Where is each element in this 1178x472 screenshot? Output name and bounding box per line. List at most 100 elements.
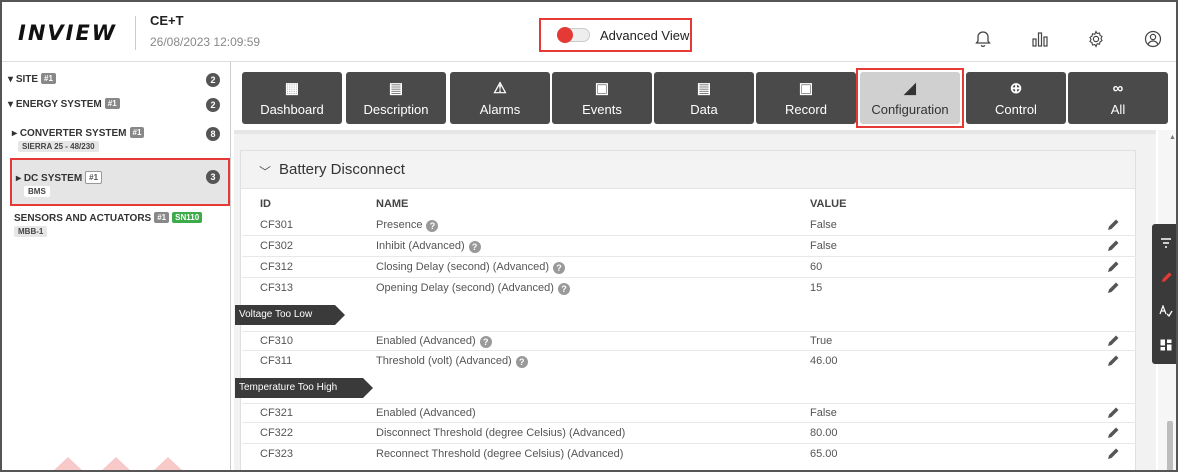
converter-count-badge: 8: [206, 127, 220, 141]
row-id: CF310: [260, 335, 294, 347]
sensors-mbb-tag: MBB-1: [14, 226, 48, 237]
tree-label-converter: ▸ CONVERTER SYSTEM #1: [12, 127, 145, 139]
gear-icon[interactable]: [1085, 28, 1107, 50]
tab-configuration[interactable]: ◢ Configuration: [860, 72, 960, 124]
tab-label: Control: [995, 101, 1037, 117]
row-name: Closing Delay (second) (Advanced)?: [376, 261, 566, 274]
converter-label: CONVERTER SYSTEM: [19, 128, 127, 139]
table-row[interactable]: CF313 Opening Delay (second) (Advanced)?…: [242, 279, 1136, 299]
control-icon: ⊕: [1009, 79, 1023, 97]
tab-events[interactable]: ▣ Events: [552, 72, 652, 124]
infinity-icon: ∞: [1112, 79, 1124, 97]
pencil-icon[interactable]: [1106, 281, 1120, 295]
help-icon[interactable]: ?: [426, 220, 439, 232]
data-icon: ▤: [696, 79, 712, 97]
pencil-icon[interactable]: [1106, 426, 1120, 440]
row-name: Opening Delay (second) (Advanced)?: [376, 282, 570, 295]
column-header-value: VALUE: [810, 198, 847, 210]
group-label-voltage-too-low: Voltage Too Low: [235, 305, 345, 325]
row-name-text: Closing Delay (second) (Advanced): [376, 261, 550, 273]
pencil-icon[interactable]: [1106, 406, 1120, 420]
tab-label: Description: [363, 101, 429, 117]
filter-icon[interactable]: [1152, 226, 1176, 260]
row-id: CF321: [260, 407, 294, 419]
chevron-down-icon[interactable]: ﹀: [259, 163, 271, 180]
scrollbar-thumb[interactable]: [1167, 421, 1173, 470]
dc-tag: #1: [85, 171, 103, 184]
table-row[interactable]: CF301 Presence? False: [242, 216, 1136, 236]
row-id: CF301: [260, 219, 294, 231]
tab-record[interactable]: ▣ Record: [756, 72, 856, 124]
group-label-temperature-too-high: Temperature Too High: [235, 378, 373, 398]
bar-chart-icon[interactable]: [1029, 28, 1051, 50]
tree-item-sensors-actuators[interactable]: SENSORS AND ACTUATORS #1 SN110 MBB-1: [2, 210, 230, 242]
tab-dashboard[interactable]: ▦ Dashboard: [242, 72, 342, 124]
site-name: CE+T: [150, 13, 184, 28]
tab-description[interactable]: ▤ Description: [346, 72, 446, 124]
converter-model-tag: SIERRA 25 - 48/230: [18, 141, 99, 152]
record-icon: ▣: [798, 79, 814, 97]
inview-logo[interactable]: INVIEW: [18, 21, 117, 45]
spellcheck-icon[interactable]: [1152, 294, 1176, 328]
energy-tag: #1: [104, 98, 120, 109]
top-header: INVIEW CE+T 26/08/2023 12:09:59 Advanced…: [2, 2, 1176, 62]
user-icon[interactable]: [1142, 28, 1164, 50]
pencil-icon[interactable]: [1152, 260, 1176, 294]
grid-icon[interactable]: [1152, 328, 1176, 362]
table-row[interactable]: CF302 Inhibit (Advanced)? False: [242, 237, 1136, 257]
configuration-content: ﹀ Battery Disconnect ID NAME VALUE CF301…: [234, 130, 1156, 470]
app-window: INVIEW CE+T 26/08/2023 12:09:59 Advanced…: [0, 0, 1178, 472]
tab-data[interactable]: ▤ Data: [654, 72, 754, 124]
toggle-switch[interactable]: [557, 27, 590, 43]
site-count-badge: 2: [206, 73, 220, 87]
right-tool-rail: [1152, 224, 1176, 364]
tree-item-dc-system[interactable]: ▸ DC SYSTEM #1 BMS 3: [10, 158, 230, 206]
pencil-icon[interactable]: [1106, 354, 1120, 368]
advanced-view-toggle[interactable]: Advanced View: [539, 18, 692, 52]
column-header-id: ID: [260, 198, 271, 210]
table-row[interactable]: CF311 Threshold (volt) (Advanced)? 46.00: [242, 352, 1136, 372]
row-value: 80.00: [810, 427, 838, 439]
site-tree-sidebar: ▾ SITE #1 2 ▾ ENERGY SYSTEM #1 2 ▸ CONVERT…: [2, 62, 231, 470]
row-value: True: [810, 335, 833, 347]
help-icon[interactable]: ?: [515, 356, 528, 368]
tab-all[interactable]: ∞ All: [1068, 72, 1168, 124]
table-row[interactable]: CF321 Enabled (Advanced) False: [242, 403, 1136, 423]
main-tabs: ▦ Dashboard ▤ Description ⚠ Alarms ▣ Events …: [234, 62, 1176, 128]
row-name-text: Threshold (volt) (Advanced): [376, 355, 512, 367]
pencil-icon[interactable]: [1106, 334, 1120, 348]
row-id: CF322: [260, 427, 294, 439]
help-icon[interactable]: ?: [479, 336, 492, 348]
tree-item-energy-system[interactable]: ▾ ENERGY SYSTEM #1 2: [2, 95, 230, 115]
dc-label: DC SYSTEM: [23, 173, 83, 184]
configuration-icon: ◢: [904, 79, 916, 97]
row-value: 15: [810, 282, 823, 294]
tab-alarms[interactable]: ⚠ Alarms: [450, 72, 550, 124]
tree-label-site: ▾ SITE #1: [8, 73, 56, 85]
row-value: False: [810, 407, 837, 419]
pencil-icon[interactable]: [1106, 447, 1120, 461]
row-name: Disconnect Threshold (degree Celsius) (A…: [376, 427, 626, 439]
pencil-icon[interactable]: [1106, 218, 1120, 232]
tree-item-converter-system[interactable]: ▸ CONVERTER SYSTEM #1 SIERRA 25 - 48/230 …: [2, 124, 230, 156]
help-icon[interactable]: ?: [557, 283, 570, 295]
row-name-text: Inhibit (Advanced): [376, 240, 465, 252]
table-row[interactable]: CF322 Disconnect Threshold (degree Celsi…: [242, 424, 1136, 444]
table-row[interactable]: CF310 Enabled (Advanced)? True: [242, 331, 1136, 351]
tree-label-sensors: SENSORS AND ACTUATORS #1 SN110: [14, 212, 203, 224]
pencil-icon[interactable]: [1106, 260, 1120, 274]
tree-item-site[interactable]: ▾ SITE #1 2: [2, 70, 230, 90]
table-row[interactable]: CF323 Reconnect Threshold (degree Celsiu…: [242, 445, 1136, 465]
scroll-up-arrow-icon[interactable]: ▲: [1169, 134, 1176, 141]
bell-icon[interactable]: [972, 28, 994, 50]
battery-disconnect-panel: ﹀ Battery Disconnect ID NAME VALUE CF301…: [235, 150, 1136, 470]
tab-control[interactable]: ⊕ Control: [966, 72, 1066, 124]
converter-tag: #1: [129, 127, 145, 138]
help-icon[interactable]: ?: [553, 262, 566, 274]
help-icon[interactable]: ?: [468, 241, 481, 253]
pencil-icon[interactable]: [1106, 239, 1120, 253]
table-row[interactable]: CF312 Closing Delay (second) (Advanced)?…: [242, 258, 1136, 278]
panel-header[interactable]: ﹀ Battery Disconnect: [241, 151, 1135, 189]
energy-label: ENERGY SYSTEM: [15, 99, 102, 110]
row-name: Enabled (Advanced)?: [376, 335, 492, 348]
